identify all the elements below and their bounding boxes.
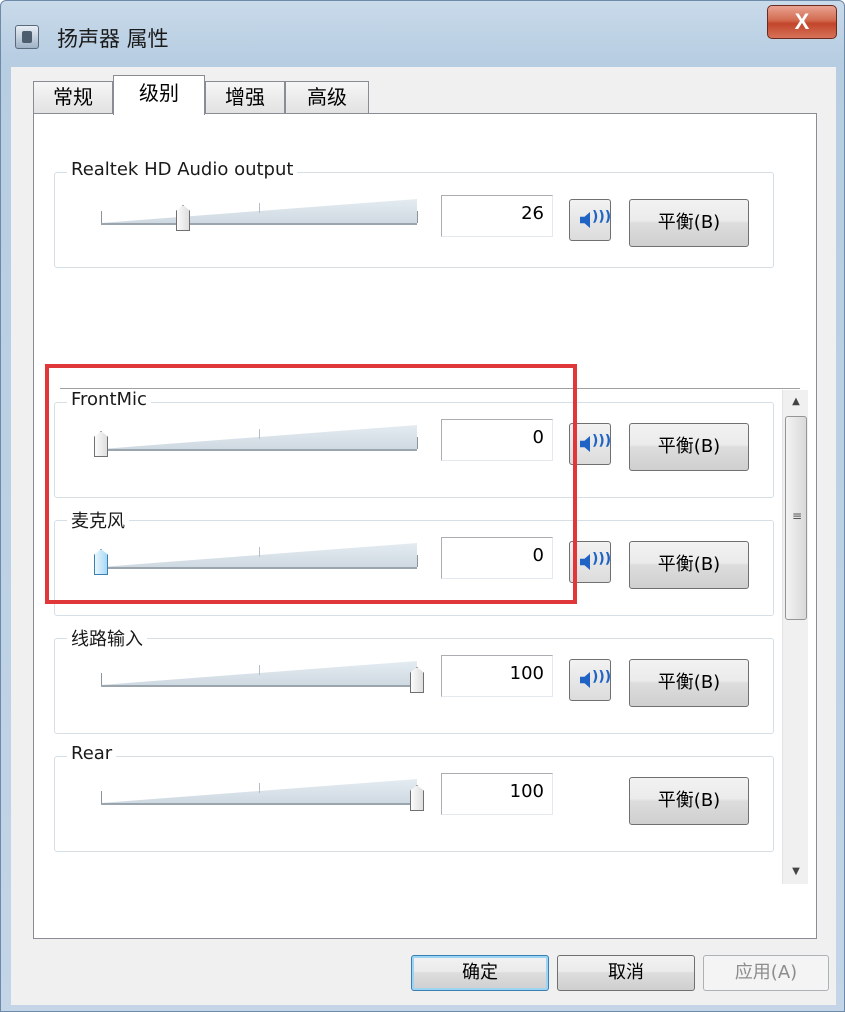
output-mute-button[interactable]: ))) [569,199,611,241]
microphone-mute-button[interactable]: ))) [569,541,611,583]
scroll-thumb[interactable]: ≡ [785,416,807,620]
rear-balance-button[interactable]: 平衡(B) [629,777,749,825]
output-device-label: Realtek HD Audio output [67,159,298,180]
slider-tick [101,211,102,223]
speaker-properties-window: 扬声器 属性 X 常规 级别 增强 高级 Realtek HD Audio ou… [0,0,845,1012]
frontmic-balance-button[interactable]: 平衡(B) [629,423,749,471]
line-in-balance-button[interactable]: 平衡(B) [629,659,749,707]
output-group: Realtek HD Audio output 26 ))) 平衡(B) [54,159,774,268]
slider-tick [259,783,260,793]
slider-tick [417,211,418,223]
frontmic-group: FrontMic 0 ))) 平衡(B) [54,389,774,498]
sound-waves-icon: ))) [592,209,612,225]
rear-volume-value[interactable]: 100 [441,773,553,815]
scroll-down-arrow-icon[interactable]: ▼ [783,860,809,884]
frontmic-volume-slider[interactable] [94,423,421,463]
close-button[interactable]: X [767,5,837,39]
line-in-volume-value[interactable]: 100 [441,655,553,697]
frontmic-volume-value[interactable]: 0 [441,419,553,461]
speaker-icon [580,436,590,452]
slider-tick [417,555,418,567]
dialog-client-area: 常规 级别 增强 高级 Realtek HD Audio output 26)… [11,67,836,1005]
frontmic-mute-button[interactable]: ))) [569,423,611,465]
microphone-volume-value[interactable]: 0 [441,537,553,579]
rear-volume-slider[interactable] [101,777,424,817]
slider-tick [259,547,260,557]
levels-tab-page: Realtek HD Audio output 26 ))) 平衡(B) Fro… [33,113,817,939]
rear-group: Rear 100 平衡(B) [54,743,774,852]
tab-general[interactable]: 常规 [33,81,113,113]
slider-tick [101,791,102,803]
scroll-grip-icon: ≡ [792,509,803,523]
slider-tick [101,673,102,685]
speaker-app-icon [15,25,39,49]
speaker-icon [580,554,590,570]
title-bar[interactable]: 扬声器 属性 X [1,1,844,67]
slider-thumb[interactable] [94,549,108,575]
slider-track [101,223,417,225]
speaker-icon [580,212,590,228]
speaker-icon [580,672,590,688]
separator-line [60,388,800,389]
slider-track [101,685,417,687]
cancel-button[interactable]: 取消 [557,955,695,991]
line-in-mute-button[interactable]: ))) [569,659,611,701]
tab-levels[interactable]: 级别 [113,75,205,115]
slider-tick [417,437,418,449]
slider-track [101,449,417,451]
slider-tick [259,203,260,213]
slider-track [101,567,417,569]
apply-button[interactable]: 应用(A) [703,955,829,991]
line-in-label: 线路输入 [67,625,147,651]
slider-thumb[interactable] [176,205,190,231]
sound-waves-icon: ))) [592,669,612,685]
tab-enhancements[interactable]: 增强 [205,81,285,113]
slider-tick [259,429,260,439]
slider-track [101,803,417,805]
rear-label: Rear [67,743,117,764]
slider-thumb[interactable] [94,431,108,457]
output-volume-value[interactable]: 26 [441,195,553,237]
scroll-up-arrow-icon[interactable]: ▲ [783,390,809,414]
vertical-scrollbar[interactable]: ▲ ≡ ▼ [782,390,808,884]
slider-tick [259,665,260,675]
sound-waves-icon: ))) [592,551,612,567]
tab-advanced[interactable]: 高级 [285,81,369,113]
line-in-group: 线路输入 100 ))) 平衡(B) [54,625,774,734]
ok-button[interactable]: 确定 [411,955,549,991]
sound-waves-icon: ))) [592,433,612,449]
microphone-group: 麦克风 0 ))) 平衡(B) [54,507,774,616]
output-volume-slider[interactable] [101,197,421,237]
microphone-balance-button[interactable]: 平衡(B) [629,541,749,589]
frontmic-label: FrontMic [67,389,151,410]
line-in-volume-slider[interactable] [101,659,424,699]
window-title: 扬声器 属性 [57,27,169,51]
output-balance-button[interactable]: 平衡(B) [629,199,749,247]
microphone-label: 麦克风 [67,507,129,533]
microphone-volume-slider[interactable] [94,541,421,581]
